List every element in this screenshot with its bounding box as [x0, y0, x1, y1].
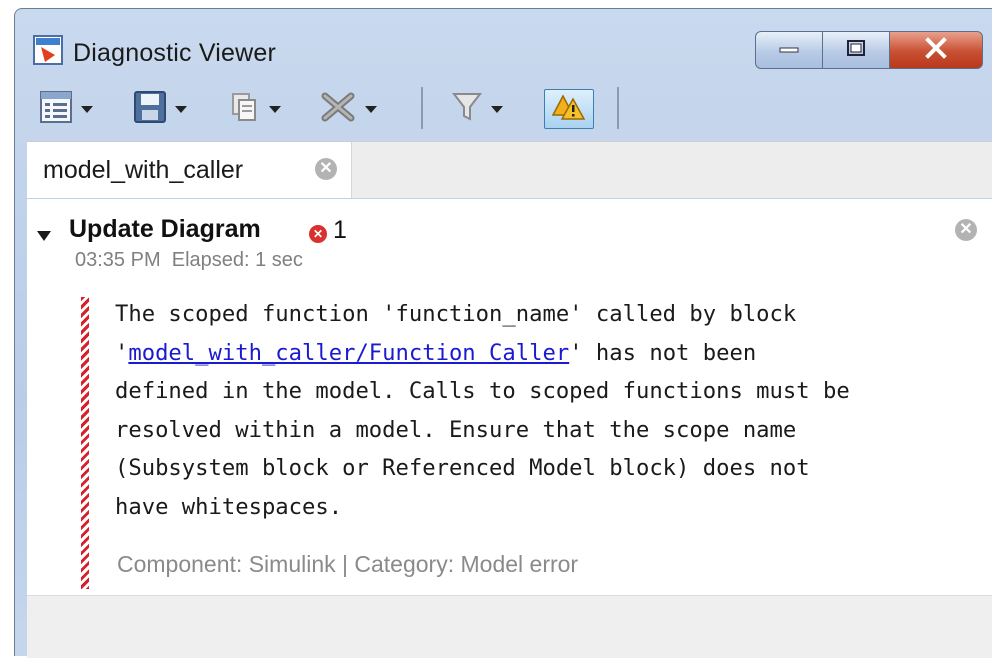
message-line: (Subsystem block or Referenced Model blo…: [115, 455, 810, 481]
chevron-down-icon: [269, 105, 281, 113]
message-line-prefix: ': [115, 339, 129, 366]
delete-menu-button[interactable]: [319, 87, 377, 131]
title-bar[interactable]: Diagnostic Viewer: [15, 9, 992, 81]
diagnostic-meta: Component: Simulink | Category: Model er…: [117, 551, 578, 578]
warnings-toggle-icon: [551, 93, 586, 126]
block-link[interactable]: model_with_caller/Function Caller: [128, 340, 569, 366]
maximize-icon: [846, 39, 866, 62]
collapse-triangle-icon[interactable]: [37, 231, 51, 241]
maximize-button[interactable]: [822, 31, 890, 69]
filter-icon: [451, 90, 483, 129]
view-list-icon: [39, 90, 73, 129]
section-title[interactable]: Update Diagram: [69, 215, 261, 244]
copy-menu-button[interactable]: [227, 87, 281, 131]
chevron-down-icon: [175, 105, 187, 113]
minimize-button[interactable]: [755, 31, 823, 69]
message-line: have whitespaces.: [115, 493, 343, 520]
message-line-suffix: ' has not been: [569, 339, 757, 366]
component-value: Simulink: [248, 551, 336, 577]
chevron-down-icon: [491, 105, 503, 113]
chevron-down-icon: [365, 105, 377, 113]
status-area: [27, 595, 992, 658]
close-x-icon: [924, 36, 948, 64]
minimize-icon: [778, 41, 800, 59]
error-count: 1: [333, 216, 347, 244]
toolbar-separator: [617, 87, 619, 129]
tab-strip: model_with_caller ✕: [27, 141, 992, 198]
category-label: Category:: [354, 551, 455, 577]
message-line: defined in the model. Calls to scoped fu…: [115, 378, 850, 404]
chevron-down-icon: [81, 105, 93, 113]
warnings-toggle-button[interactable]: [544, 89, 594, 129]
save-menu-button[interactable]: [133, 87, 187, 131]
close-section-icon[interactable]: ✕: [955, 219, 977, 241]
close-tab-icon[interactable]: ✕: [315, 158, 337, 180]
error-severity-bar: [81, 297, 89, 589]
diagnostic-viewer-window: Diagnostic Viewer model_with_caller ✕ Up…: [14, 8, 992, 658]
time: 03:35 PM: [75, 249, 161, 271]
meta-separator: |: [342, 551, 348, 577]
diagnostic-content: Update Diagram ✕ 1 03:35 PM Elapsed: 1 s…: [27, 199, 992, 595]
component-label: Component:: [117, 551, 243, 577]
window-title: Diagnostic Viewer: [73, 39, 277, 67]
close-window-button[interactable]: [889, 31, 983, 69]
section-timestamp: 03:35 PM Elapsed: 1 sec: [75, 249, 303, 272]
delete-x-icon: [319, 90, 357, 129]
diagnostic-viewer-app-icon: [33, 35, 63, 65]
error-icon: ✕: [309, 225, 327, 243]
save-icon: [133, 90, 167, 129]
copy-icon: [227, 90, 261, 129]
diagnostic-message: The scoped function 'function_name' call…: [115, 295, 985, 526]
message-line: The scoped function 'function_name' call…: [115, 301, 797, 327]
tab-model-with-caller[interactable]: model_with_caller ✕: [27, 142, 352, 198]
message-line: resolved within a model. Ensure that the…: [115, 416, 797, 443]
category-value: Model error: [460, 551, 579, 577]
view-menu-button[interactable]: [39, 87, 93, 131]
toolbar-separator: [421, 87, 423, 129]
filter-menu-button[interactable]: [451, 87, 503, 131]
elapsed-time: Elapsed: 1 sec: [171, 249, 303, 271]
toolbar: [27, 81, 992, 139]
tab-label: model_with_caller: [43, 156, 244, 184]
